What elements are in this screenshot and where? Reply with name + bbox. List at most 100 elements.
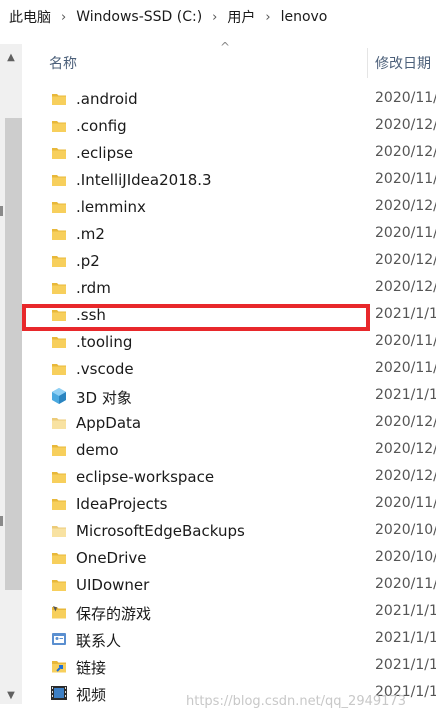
column-header: ^ 名称 修改日期: [22, 40, 436, 78]
file-modified-date: 2020/12/: [375, 414, 436, 430]
column-date-header[interactable]: 修改日期: [375, 53, 431, 73]
file-row[interactable]: 保存的游戏 2021/1/1: [22, 599, 436, 626]
breadcrumb-users[interactable]: 用户: [224, 7, 258, 27]
folder-icon: [50, 549, 68, 567]
chevron-right-icon[interactable]: ›: [54, 10, 73, 25]
file-row[interactable]: .IntelliJIdea2018.3 2020/11/: [22, 167, 436, 194]
file-modified-date: 2020/12/: [375, 252, 436, 268]
file-name: .eclipse: [76, 144, 134, 162]
file-row[interactable]: AppData 2020/12/: [22, 410, 436, 437]
folder-icon: [50, 576, 68, 594]
sort-ascending-icon: ^: [220, 40, 231, 54]
scrollbar-thumb[interactable]: [5, 118, 22, 590]
breadcrumb: 此电脑 › Windows-SSD (C:) › 用户 › lenovo: [0, 0, 436, 34]
breadcrumb-lenovo[interactable]: lenovo: [278, 9, 331, 25]
3d-objects-icon: [50, 387, 68, 405]
file-row[interactable]: IdeaProjects 2020/11/: [22, 491, 436, 518]
chevron-right-icon[interactable]: ›: [258, 10, 277, 25]
scroll-up-icon[interactable]: ▲: [0, 46, 22, 68]
file-row[interactable]: 链接 2021/1/1: [22, 653, 436, 680]
folder-faded-icon: [50, 414, 68, 432]
file-row[interactable]: 3D 对象 2021/1/1: [22, 383, 436, 410]
breadcrumb-this-pc[interactable]: 此电脑: [6, 7, 54, 27]
file-row[interactable]: OneDrive 2020/10/: [22, 545, 436, 572]
file-row[interactable]: .p2 2020/12/: [22, 248, 436, 275]
file-modified-date: 2020/11/: [375, 225, 436, 241]
file-modified-date: 2021/1/1: [375, 630, 436, 646]
folder-icon: [50, 333, 68, 351]
file-modified-date: 2020/12/: [375, 144, 436, 160]
file-name: .tooling: [76, 333, 133, 351]
file-name: 联系人: [76, 632, 122, 650]
file-row[interactable]: .eclipse 2020/12/: [22, 140, 436, 167]
scroll-down-icon[interactable]: ▼: [0, 684, 22, 706]
file-name: IdeaProjects: [76, 495, 168, 513]
file-row[interactable]: eclipse-workspace 2020/12/: [22, 464, 436, 491]
column-divider[interactable]: [367, 48, 368, 78]
file-row[interactable]: MicrosoftEdgeBackups 2020/10/: [22, 518, 436, 545]
file-modified-date: 2020/11/: [375, 90, 436, 106]
file-modified-date: 2020/11/: [375, 360, 436, 376]
file-row[interactable]: .lemminx 2020/12/: [22, 194, 436, 221]
contacts-icon: [50, 630, 68, 648]
file-row[interactable]: demo 2020/12/: [22, 437, 436, 464]
file-name: MicrosoftEdgeBackups: [76, 522, 245, 540]
file-row[interactable]: .tooling 2020/11/: [22, 329, 436, 356]
file-name: .android: [76, 90, 138, 108]
folder-icon: [50, 468, 68, 486]
file-modified-date: 2020/10/: [375, 522, 436, 538]
file-name: UIDowner: [76, 576, 150, 594]
file-modified-date: 2021/1/1: [375, 603, 436, 619]
file-name: eclipse-workspace: [76, 468, 215, 486]
file-list: .android 2020/11/ .config 2020/12/ .eclipse 2…: [22, 86, 436, 707]
folder-icon: [50, 225, 68, 243]
file-name: 3D 对象: [76, 389, 132, 407]
file-modified-date: 2020/12/: [375, 198, 436, 214]
file-modified-date: 2020/12/: [375, 117, 436, 133]
file-row[interactable]: .android 2020/11/: [22, 86, 436, 113]
file-name: .m2: [76, 225, 105, 243]
file-modified-date: 2020/10/: [375, 549, 436, 565]
file-row[interactable]: .vscode 2020/11/: [22, 356, 436, 383]
file-row[interactable]: .config 2020/12/: [22, 113, 436, 140]
file-modified-date: 2020/11/: [375, 495, 436, 511]
chevron-right-icon[interactable]: ›: [205, 10, 224, 25]
file-name: AppData: [76, 414, 142, 432]
file-row[interactable]: .rdm 2020/12/: [22, 275, 436, 302]
breadcrumb-drive[interactable]: Windows-SSD (C:): [73, 9, 205, 25]
pane-edge-marker: [0, 206, 3, 216]
links-icon: [50, 657, 68, 675]
folder-icon: [50, 441, 68, 459]
file-name: 链接: [76, 659, 107, 677]
file-modified-date: 2021/1/1: [375, 657, 436, 673]
file-row[interactable]: .m2 2020/11/: [22, 221, 436, 248]
file-name: 保存的游戏: [76, 605, 152, 623]
saved-games-icon: [50, 603, 68, 621]
folder-faded-icon: [50, 522, 68, 540]
folder-icon: [50, 495, 68, 513]
folder-icon: [50, 144, 68, 162]
file-modified-date: 2020/11/: [375, 333, 436, 349]
folder-icon: [50, 117, 68, 135]
file-modified-date: 2020/12/: [375, 441, 436, 457]
folder-icon: [50, 279, 68, 297]
pane-edge-marker: [0, 516, 3, 526]
file-name: .p2: [76, 252, 100, 270]
file-row[interactable]: UIDowner 2020/11/: [22, 572, 436, 599]
folder-icon: [50, 360, 68, 378]
file-name: .lemminx: [76, 198, 146, 216]
file-name: demo: [76, 441, 119, 459]
file-modified-date: 2020/11/: [375, 171, 436, 187]
folder-icon: [50, 171, 68, 189]
file-modified-date: 2021/1/1: [375, 306, 436, 322]
videos-icon: [50, 684, 68, 702]
file-name: .rdm: [76, 279, 111, 297]
file-modified-date: 2020/12/: [375, 279, 436, 295]
file-name: .config: [76, 117, 127, 135]
folder-icon: [50, 198, 68, 216]
column-name-header[interactable]: 名称: [49, 53, 77, 73]
file-row[interactable]: 联系人 2021/1/1: [22, 626, 436, 653]
file-modified-date: 2021/1/1: [375, 387, 436, 403]
file-name: .IntelliJIdea2018.3: [76, 171, 212, 189]
file-modified-date: 2020/12/: [375, 468, 436, 484]
